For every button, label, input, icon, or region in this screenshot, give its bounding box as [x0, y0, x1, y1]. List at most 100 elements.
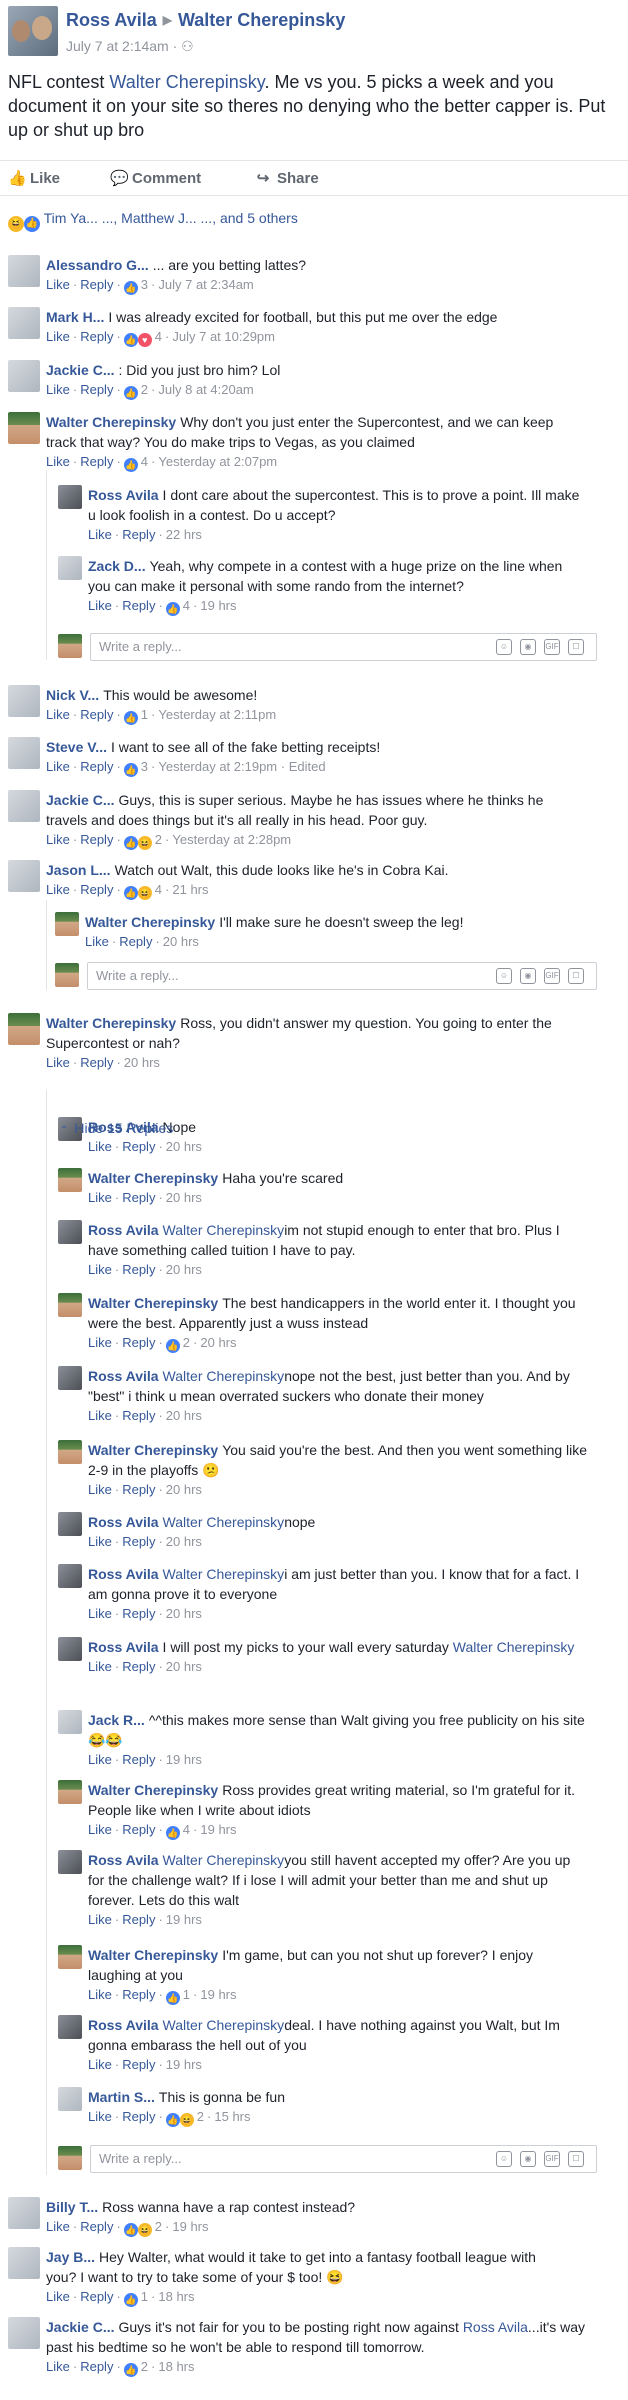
comment-author[interactable]: Martin S... — [88, 2089, 155, 2105]
comment-like-link[interactable]: Like — [46, 882, 70, 897]
comment-avatar[interactable] — [58, 2087, 82, 2111]
comment-like-link[interactable]: Like — [88, 1262, 112, 1277]
comment-reactions[interactable]: 👍 😆 2 — [123, 2219, 162, 2237]
comment-reply-link[interactable]: Reply — [80, 277, 113, 292]
comment-avatar[interactable] — [8, 790, 40, 822]
comment-mention[interactable]: Walter Cherepinsky — [163, 1852, 285, 1868]
comment-avatar[interactable] — [58, 1440, 82, 1464]
sticker-icon[interactable]: ☐ — [568, 2151, 584, 2167]
comment-like-link[interactable]: Like — [46, 329, 70, 344]
comment-author[interactable]: Ross Avila — [88, 1514, 159, 1530]
comment-timestamp[interactable]: 18 hrs — [158, 2359, 194, 2374]
comment-like-link[interactable]: Like — [88, 527, 112, 542]
gif-icon[interactable]: GIF — [544, 639, 560, 655]
comment-like-link[interactable]: Like — [46, 832, 70, 847]
comment-reply-link[interactable]: Reply — [122, 598, 155, 613]
comment-avatar[interactable] — [8, 1013, 40, 1045]
comment-timestamp[interactable]: July 7 at 10:29pm — [172, 329, 275, 344]
comment-avatar[interactable] — [58, 485, 82, 509]
comment-timestamp[interactable]: 19 hrs — [200, 1987, 236, 2002]
reactions-row[interactable]: 😆 👍 Tim Ya... ..., Matthew J... ..., and … — [8, 210, 298, 232]
comment-reply-link[interactable]: Reply — [122, 1534, 155, 1549]
comment-avatar[interactable] — [58, 1637, 82, 1661]
comment-timestamp[interactable]: July 8 at 4:20am — [158, 382, 253, 397]
comment-reactions[interactable]: 👍 ♥ 4 — [123, 329, 162, 347]
comment-like-link[interactable]: Like — [46, 759, 70, 774]
comment-timestamp[interactable]: Yesterday at 2:07pm — [158, 454, 277, 469]
comment-reactions[interactable]: 👍 3 — [123, 759, 148, 777]
comment-mention[interactable]: Walter Cherepinsky — [163, 1368, 285, 1384]
comment-reactions[interactable]: 👍 😆 4 — [123, 882, 162, 900]
reactions-summary[interactable]: Tim Ya... ..., Matthew J... ..., and 5 o… — [44, 210, 298, 226]
sticker-icon[interactable]: ☐ — [568, 968, 584, 984]
comment-reply-link[interactable]: Reply — [80, 1055, 113, 1070]
comment-timestamp[interactable]: 20 hrs — [166, 1606, 202, 1621]
comment-timestamp[interactable]: 21 hrs — [172, 882, 208, 897]
comment-reply-link[interactable]: Reply — [122, 1659, 155, 1674]
comment-reply-link[interactable]: Reply — [122, 1190, 155, 1205]
comment-like-link[interactable]: Like — [88, 1139, 112, 1154]
comment-author[interactable]: Jack R... — [88, 1712, 145, 1728]
comment-button[interactable]: 💬 Comment — [110, 169, 201, 187]
author-avatar[interactable] — [8, 6, 58, 56]
comment-author[interactable]: Zack D... — [88, 558, 146, 574]
comment-reply-link[interactable]: Reply — [80, 329, 113, 344]
comment-author[interactable]: Ross Avila — [88, 487, 159, 503]
comment-like-link[interactable]: Like — [88, 598, 112, 613]
comment-reactions[interactable]: 👍 😆 2 — [123, 832, 162, 850]
comment-reactions[interactable]: 👍 3 — [123, 277, 148, 295]
comment-like-link[interactable]: Like — [88, 1752, 112, 1767]
post-mention[interactable]: Walter Cherepinsky — [109, 72, 264, 92]
comment-reactions[interactable]: 👍 2 — [123, 382, 148, 400]
comment-mention[interactable]: Walter Cherepinsky — [163, 1514, 285, 1530]
comment-author[interactable]: Mark H... — [46, 309, 104, 325]
comment-avatar[interactable] — [8, 360, 40, 392]
comment-like-link[interactable]: Like — [88, 1987, 112, 2002]
comment-reply-link[interactable]: Reply — [122, 527, 155, 542]
comment-author[interactable]: Billy T... — [46, 2199, 98, 2215]
comment-reply-link[interactable]: Reply — [80, 832, 113, 847]
comment-like-link[interactable]: Like — [85, 934, 109, 949]
comment-reply-link[interactable]: Reply — [80, 882, 113, 897]
comment-reply-link[interactable]: Reply — [122, 1606, 155, 1621]
comment-timestamp[interactable]: 20 hrs — [166, 1262, 202, 1277]
comment-like-link[interactable]: Like — [88, 1912, 112, 1927]
comment-avatar[interactable] — [58, 1220, 82, 1244]
comment-avatar[interactable] — [8, 307, 40, 339]
comment-timestamp[interactable]: 19 hrs — [166, 2057, 202, 2072]
comment-avatar[interactable] — [58, 1512, 82, 1536]
gif-icon[interactable]: GIF — [544, 2151, 560, 2167]
comment-avatar[interactable] — [58, 1293, 82, 1317]
reply-input[interactable]: Write a reply... ☺ ◉ GIF ☐ — [87, 962, 597, 990]
comment-author[interactable]: Alessandro G... — [46, 257, 149, 273]
comment-reply-link[interactable]: Reply — [122, 2057, 155, 2072]
comment-reply-link[interactable]: Reply — [122, 1139, 155, 1154]
comment-reply-link[interactable]: Reply — [80, 2359, 113, 2374]
comment-author[interactable]: Nick V... — [46, 687, 99, 703]
camera-icon[interactable]: ◉ — [520, 2151, 536, 2167]
comment-mention[interactable]: Ross Avila — [463, 2319, 528, 2335]
comment-like-link[interactable]: Like — [88, 1335, 112, 1350]
comment-timestamp[interactable]: 19 hrs — [200, 598, 236, 613]
comment-avatar[interactable] — [8, 255, 40, 287]
comment-avatar[interactable] — [58, 1780, 82, 1804]
comment-author[interactable]: Ross Avila — [88, 2017, 159, 2033]
like-button[interactable]: 👍 Like — [8, 169, 60, 187]
comment-author[interactable]: Ross Avila — [88, 1852, 159, 1868]
comment-timestamp[interactable]: 20 hrs — [166, 1408, 202, 1423]
comment-like-link[interactable]: Like — [46, 2359, 70, 2374]
comment-timestamp[interactable]: 20 hrs — [124, 1055, 160, 1070]
comment-avatar[interactable] — [58, 1850, 82, 1874]
target-name[interactable]: Walter Cherepinsky — [178, 10, 345, 30]
reply-input[interactable]: Write a reply... ☺ ◉ GIF ☐ — [90, 2145, 597, 2173]
comment-timestamp[interactable]: Yesterday at 2:11pm — [158, 707, 276, 722]
comment-author[interactable]: Steve V... — [46, 739, 107, 755]
comment-timestamp[interactable]: 19 hrs — [172, 2219, 208, 2234]
comment-mention[interactable]: Walter Cherepinsky — [163, 1566, 285, 1582]
comment-author[interactable]: Walter Cherepinsky — [46, 414, 176, 430]
emoji-icon[interactable]: ☺ — [496, 968, 512, 984]
comment-timestamp[interactable]: 22 hrs — [166, 527, 202, 542]
post-timestamp[interactable]: July 7 at 2:14am — [66, 38, 169, 54]
share-button[interactable]: ↪ Share — [255, 169, 319, 187]
comment-author[interactable]: Walter Cherepinsky — [88, 1295, 218, 1311]
